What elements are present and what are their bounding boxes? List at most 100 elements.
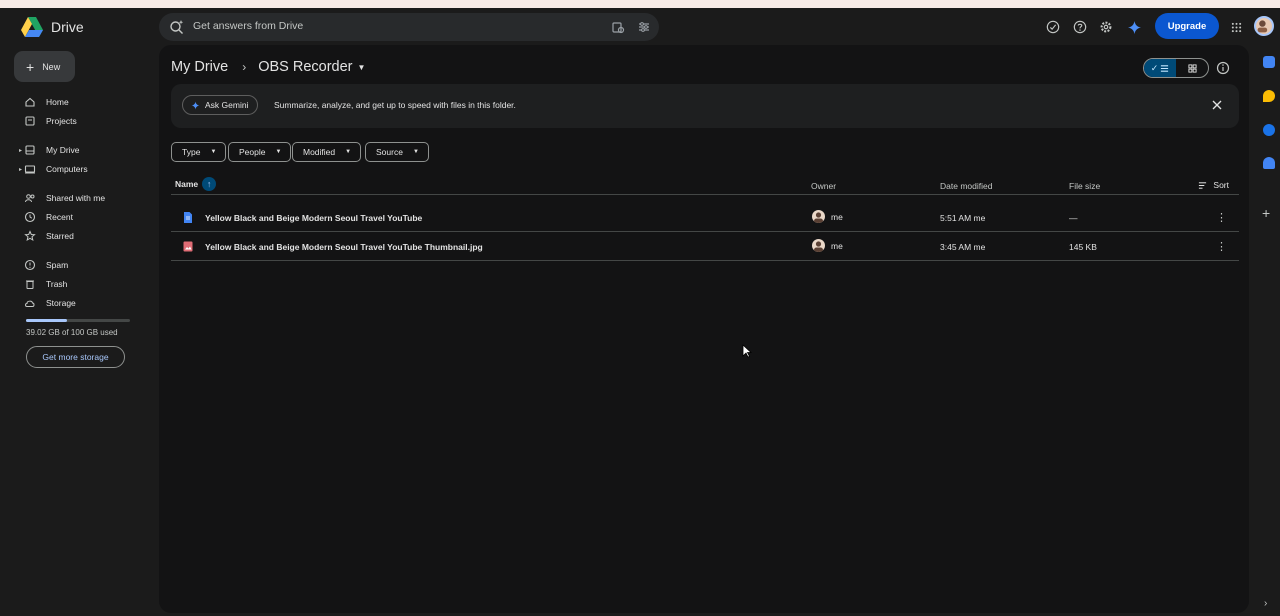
sidebar-item-spam[interactable]: Spam bbox=[24, 257, 68, 273]
calendar-icon[interactable] bbox=[1263, 56, 1275, 68]
search-sparkle-icon bbox=[170, 20, 184, 34]
column-header-label: Name bbox=[175, 179, 199, 189]
filter-chip-people[interactable]: People ▼ bbox=[228, 142, 292, 162]
upgrade-button[interactable]: Upgrade bbox=[1155, 13, 1219, 39]
drive-search-options-icon[interactable] bbox=[611, 20, 625, 34]
info-icon[interactable] bbox=[1215, 60, 1231, 76]
filter-chip-label: People bbox=[239, 147, 266, 157]
sidebar-item-recent[interactable]: Recent bbox=[24, 209, 73, 225]
file-date-modified: 3:45 AM me bbox=[940, 242, 986, 252]
filter-chip-modified[interactable]: Modified ▼ bbox=[292, 142, 362, 162]
sidebar-item-projects[interactable]: Projects bbox=[24, 113, 77, 129]
tasks-icon[interactable] bbox=[1263, 124, 1275, 136]
mouse-cursor-icon bbox=[742, 344, 752, 358]
column-header-owner: Owner bbox=[811, 181, 837, 191]
sort-button[interactable]: Sort bbox=[1198, 180, 1229, 190]
trash-icon bbox=[26, 280, 34, 289]
filter-chip-label: Source bbox=[376, 147, 403, 157]
apps-grid-icon[interactable] bbox=[1227, 18, 1245, 36]
home-icon bbox=[25, 97, 35, 107]
gemini-message: Summarize, analyze, and get up to speed … bbox=[274, 100, 516, 110]
search-input[interactable]: Get answers from Drive bbox=[193, 20, 303, 32]
image-file-icon bbox=[183, 241, 193, 252]
list-icon bbox=[1161, 64, 1169, 72]
star-icon bbox=[24, 230, 36, 242]
sidebar-item-computers[interactable]: ▸ Computers bbox=[19, 161, 88, 177]
list-view-button[interactable]: ✓ bbox=[1144, 59, 1176, 77]
grid-view-button[interactable] bbox=[1176, 59, 1208, 77]
close-icon[interactable] bbox=[1211, 99, 1223, 111]
column-header-date-modified[interactable]: Date modified bbox=[940, 181, 992, 191]
sidebar-item-label: Starred bbox=[46, 231, 74, 241]
more-actions-icon[interactable]: ⋮ bbox=[1216, 240, 1227, 253]
grid-icon bbox=[1187, 63, 1197, 73]
dropdown-arrow-icon: ▼ bbox=[345, 149, 352, 155]
column-header-name[interactable]: Name ↑ bbox=[175, 177, 217, 191]
sidebar-item-label: Projects bbox=[46, 116, 77, 126]
spam-icon bbox=[24, 259, 36, 271]
file-name[interactable]: Yellow Black and Beige Modern Seoul Trav… bbox=[205, 242, 483, 252]
gemini-sparkle-icon[interactable] bbox=[1125, 18, 1143, 36]
gemini-sparkle-icon bbox=[191, 101, 200, 109]
file-owner: me bbox=[812, 239, 843, 252]
sidebar-item-label: Spam bbox=[46, 260, 69, 270]
column-header-file-size[interactable]: File size bbox=[1069, 181, 1100, 191]
sidebar-item-label: Storage bbox=[46, 298, 76, 308]
file-size: 145 KB bbox=[1069, 242, 1097, 252]
owner-name: me bbox=[831, 240, 843, 251]
plus-icon: + bbox=[26, 58, 35, 75]
sidebar-item-storage[interactable]: Storage bbox=[24, 295, 76, 311]
filter-chip-label: Type bbox=[182, 147, 201, 157]
dropdown-arrow-icon: ▼ bbox=[412, 149, 419, 155]
drive-logo[interactable]: Drive bbox=[21, 17, 84, 37]
help-icon[interactable] bbox=[1071, 18, 1089, 36]
filter-chip-source[interactable]: Source ▼ bbox=[365, 142, 429, 162]
more-actions-icon[interactable]: ⋮ bbox=[1216, 211, 1227, 224]
search-filters-icon[interactable] bbox=[637, 20, 651, 34]
table-row[interactable]: Yellow Black and Beige Modern Seoul Trav… bbox=[171, 232, 1239, 261]
dropdown-arrow-icon: ▼ bbox=[275, 149, 282, 155]
expand-caret-icon[interactable]: ▸ bbox=[19, 166, 22, 173]
contacts-icon[interactable] bbox=[1263, 157, 1275, 169]
settings-gear-icon[interactable] bbox=[1097, 18, 1115, 36]
projects-icon bbox=[25, 116, 35, 126]
get-more-storage-button[interactable]: Get more storage bbox=[26, 346, 125, 368]
sidebar-item-label: Computers bbox=[46, 164, 88, 174]
table-header: Name ↑ Owner Date modified File size Sor… bbox=[171, 172, 1239, 195]
chevron-right-icon: › bbox=[242, 60, 247, 74]
sort-label: Sort bbox=[1213, 180, 1229, 190]
sort-ascending-icon[interactable]: ↑ bbox=[202, 177, 217, 191]
app-name: Drive bbox=[51, 19, 84, 35]
breadcrumb-current[interactable]: OBS Recorder bbox=[258, 59, 352, 75]
ask-gemini-button[interactable]: Ask Gemini bbox=[182, 95, 259, 115]
google-doc-icon bbox=[184, 212, 192, 223]
breadcrumb-root[interactable]: My Drive bbox=[171, 59, 228, 75]
keep-icon[interactable] bbox=[1263, 90, 1275, 102]
sidebar-item-trash[interactable]: Trash bbox=[24, 276, 67, 292]
cloud-icon bbox=[25, 300, 35, 307]
file-name[interactable]: Yellow Black and Beige Modern Seoul Trav… bbox=[205, 213, 422, 223]
account-avatar[interactable] bbox=[1254, 16, 1274, 36]
filter-chip-type[interactable]: Type ▼ bbox=[171, 142, 227, 162]
search-bar[interactable]: Get answers from Drive bbox=[159, 13, 659, 41]
file-size: — bbox=[1069, 213, 1078, 223]
dropdown-arrow-icon[interactable]: ▼ bbox=[358, 63, 366, 72]
drive-icon bbox=[25, 145, 35, 155]
drive-logo-icon bbox=[21, 17, 43, 37]
new-button[interactable]: + New bbox=[14, 51, 75, 82]
sidebar-item-starred[interactable]: Starred bbox=[24, 228, 74, 244]
sidebar-item-my-drive[interactable]: ▸ My Drive bbox=[19, 142, 80, 158]
sidebar-item-label: Home bbox=[46, 97, 69, 107]
gemini-banner: Ask Gemini Summarize, analyze, and get u… bbox=[171, 84, 1239, 128]
offline-ready-icon[interactable] bbox=[1044, 18, 1062, 36]
chevron-right-icon[interactable]: › bbox=[1264, 598, 1267, 609]
sidebar-item-label: My Drive bbox=[46, 145, 80, 155]
sidebar-item-shared[interactable]: Shared with me bbox=[24, 190, 105, 206]
main-panel: My Drive › OBS Recorder ▼ ✓ Ask Gemini S… bbox=[159, 45, 1249, 613]
new-button-label: New bbox=[42, 61, 61, 72]
sidebar-item-label: Recent bbox=[46, 212, 73, 222]
expand-caret-icon[interactable]: ▸ bbox=[19, 147, 22, 154]
sidebar-item-home[interactable]: Home bbox=[24, 94, 69, 110]
table-row[interactable]: Yellow Black and Beige Modern Seoul Trav… bbox=[171, 203, 1239, 232]
add-addon-icon[interactable]: + bbox=[1262, 205, 1270, 221]
